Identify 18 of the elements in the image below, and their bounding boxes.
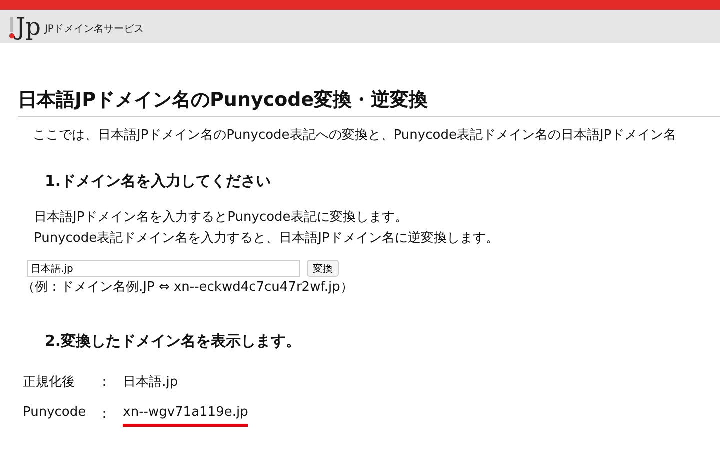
domain-input-field[interactable]: 日本語.jp — [27, 260, 300, 277]
intro-text: ここでは、日本語JPドメイン名のPunycode表記への変換と、Punycode表記ドメイン名の日本語JPドメイン名 — [33, 127, 678, 144]
example-text: （例：ドメイン名例.JP ⇔ xn--eckwd4c7cu47r2wf.jp） — [22, 279, 354, 296]
exclamation-icon — [9, 17, 15, 39]
section-heading: 2.変換したドメイン名を表示します。 — [45, 332, 302, 351]
logo-text: Jp — [16, 15, 41, 39]
separator-text: ： — [98, 406, 112, 423]
result-value: xn--wgv71a119e.jp — [123, 405, 248, 427]
result-value: 日本語.jp — [123, 374, 180, 391]
section-heading: 1.ドメイン名を入力してください — [45, 172, 272, 191]
description-text: 日本語JPドメイン名を入力するとPunycode表記に変換します。 — [34, 209, 409, 226]
service-name: JPドメイン名サービス — [44, 23, 144, 37]
description-text: Punycode表記ドメイン名を入力すると、日本語JPドメイン名に逆変換します。 — [34, 230, 500, 247]
convert-button[interactable]: 変換 — [307, 260, 339, 277]
result-label: 正規化後 — [23, 374, 76, 391]
result-label: Punycode — [23, 405, 86, 420]
separator-text: ： — [98, 374, 112, 391]
page-title: 日本語JPドメイン名のPunycode変換・逆変換 — [18, 87, 720, 117]
